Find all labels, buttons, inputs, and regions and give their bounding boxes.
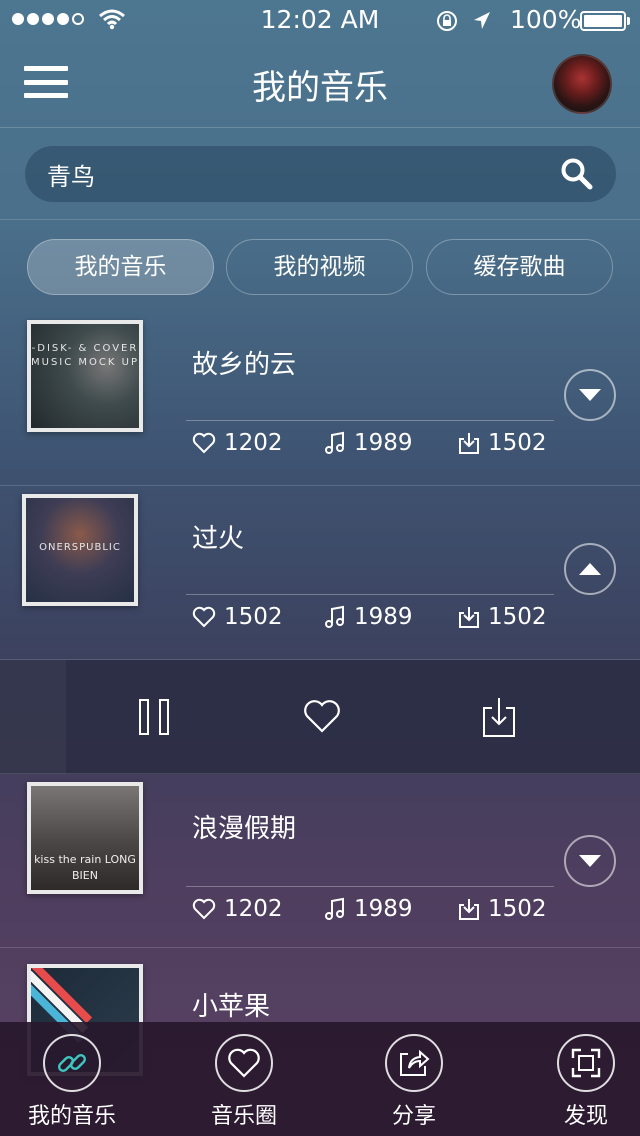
like-stat[interactable]: 1502 (192, 604, 324, 630)
song-stats: 1502 1989 1502 (192, 604, 547, 630)
tab-bar-share[interactable]: 分享 (344, 1034, 484, 1130)
player-controls (0, 660, 640, 774)
album-cover: ONERSPUBLIC (22, 494, 138, 606)
album-cover: kiss the rain LONG BIEN (27, 782, 143, 894)
download-icon (459, 899, 479, 920)
chevron-down-icon (579, 389, 601, 401)
song-title: 过火 (192, 524, 245, 554)
search-bar (25, 146, 616, 202)
album-cover: -DISK- & COVER MUSIC MOCK UP (27, 320, 143, 432)
music-note-icon (325, 431, 344, 454)
search-section (0, 128, 640, 220)
location-icon (474, 12, 490, 29)
tab-my-videos[interactable]: 我的视频 (226, 239, 413, 295)
segment-tabs: 我的音乐 我的视频 缓存歌曲 (0, 220, 640, 312)
tab-bar: 我的音乐 音乐圈 分享 发现 (0, 1022, 640, 1136)
tab-cached-songs[interactable]: 缓存歌曲 (426, 239, 613, 295)
like-stat[interactable]: 1202 (192, 430, 324, 456)
download-count: 1502 (488, 430, 547, 456)
tab-bar-label: 我的音乐 (27, 1104, 116, 1129)
tab-bar-my-music[interactable]: 我的音乐 (2, 1034, 142, 1130)
like-count: 1502 (224, 604, 283, 630)
battery-icon (580, 11, 630, 31)
play-stat: 1989 (324, 604, 458, 630)
search-input[interactable] (47, 146, 547, 202)
collapse-button[interactable] (564, 543, 616, 595)
cover-text: -DISK- & COVER MUSIC MOCK UP (31, 343, 139, 368)
cover-text: kiss the rain LONG BIEN (34, 853, 136, 882)
expand-button[interactable] (564, 835, 616, 887)
like-stat[interactable]: 1202 (192, 896, 324, 922)
play-stat: 1989 (324, 896, 458, 922)
song-title: 小苹果 (192, 992, 271, 1022)
tab-bar-music-circle[interactable]: 音乐圈 (174, 1034, 314, 1130)
music-note-icon (325, 897, 344, 920)
divider (186, 886, 554, 887)
tab-bar-discover[interactable]: 发现 (516, 1034, 640, 1130)
heart-icon (192, 606, 216, 628)
song-title: 故乡的云 (192, 350, 297, 380)
download-icon (459, 433, 479, 454)
download-count: 1502 (488, 896, 547, 922)
divider (186, 420, 554, 421)
pause-icon[interactable] (138, 698, 170, 736)
tab-bar-label: 分享 (391, 1104, 436, 1129)
heart-icon (192, 432, 216, 454)
download-icon (459, 607, 479, 628)
share-icon (400, 1049, 430, 1076)
play-stat: 1989 (324, 430, 458, 456)
list-item[interactable]: -DISK- & COVER MUSIC MOCK UP 故乡的云 1202 1… (0, 312, 640, 486)
list-item[interactable]: ONERSPUBLIC 过火 1502 1989 1502 (0, 486, 640, 660)
download-stat[interactable]: 1502 (458, 896, 547, 922)
download-stat[interactable]: 1502 (458, 430, 547, 456)
heart-icon (228, 1048, 260, 1078)
scan-icon (571, 1048, 601, 1078)
download-icon[interactable] (482, 696, 516, 738)
download-count: 1502 (488, 604, 547, 630)
divider (186, 594, 554, 595)
search-icon[interactable] (560, 157, 594, 191)
song-title: 浪漫假期 (192, 814, 297, 844)
play-count: 1989 (354, 604, 413, 630)
avatar[interactable] (552, 54, 612, 114)
heart-icon (192, 898, 216, 920)
rotation-lock-icon (437, 11, 457, 31)
song-stats: 1202 1989 1502 (192, 896, 547, 922)
page-title: 我的音乐 (252, 68, 388, 108)
list-item[interactable]: kiss the rain LONG BIEN 浪漫假期 1202 1989 1… (0, 774, 640, 948)
cover-text: ONERSPUBLIC (39, 542, 121, 553)
play-count: 1989 (354, 896, 413, 922)
play-count: 1989 (354, 430, 413, 456)
battery-percent: 100% (510, 5, 582, 34)
status-bar: 12:02 AM 100% (0, 0, 640, 40)
song-stats: 1202 1989 1502 (192, 430, 547, 456)
chevron-up-icon (579, 563, 601, 575)
favorite-heart-icon[interactable] (302, 698, 342, 734)
download-stat[interactable]: 1502 (458, 604, 547, 630)
tab-bar-label: 发现 (563, 1104, 608, 1129)
like-count: 1202 (224, 430, 283, 456)
tab-my-music[interactable]: 我的音乐 (27, 239, 214, 295)
like-count: 1202 (224, 896, 283, 922)
chevron-down-icon (579, 855, 601, 867)
tab-bar-label: 音乐圈 (210, 1104, 277, 1129)
link-icon (57, 1053, 87, 1073)
music-note-icon (325, 605, 344, 628)
player-strip (0, 660, 66, 774)
nav-bar: 我的音乐 (0, 40, 640, 128)
expand-button[interactable] (564, 369, 616, 421)
